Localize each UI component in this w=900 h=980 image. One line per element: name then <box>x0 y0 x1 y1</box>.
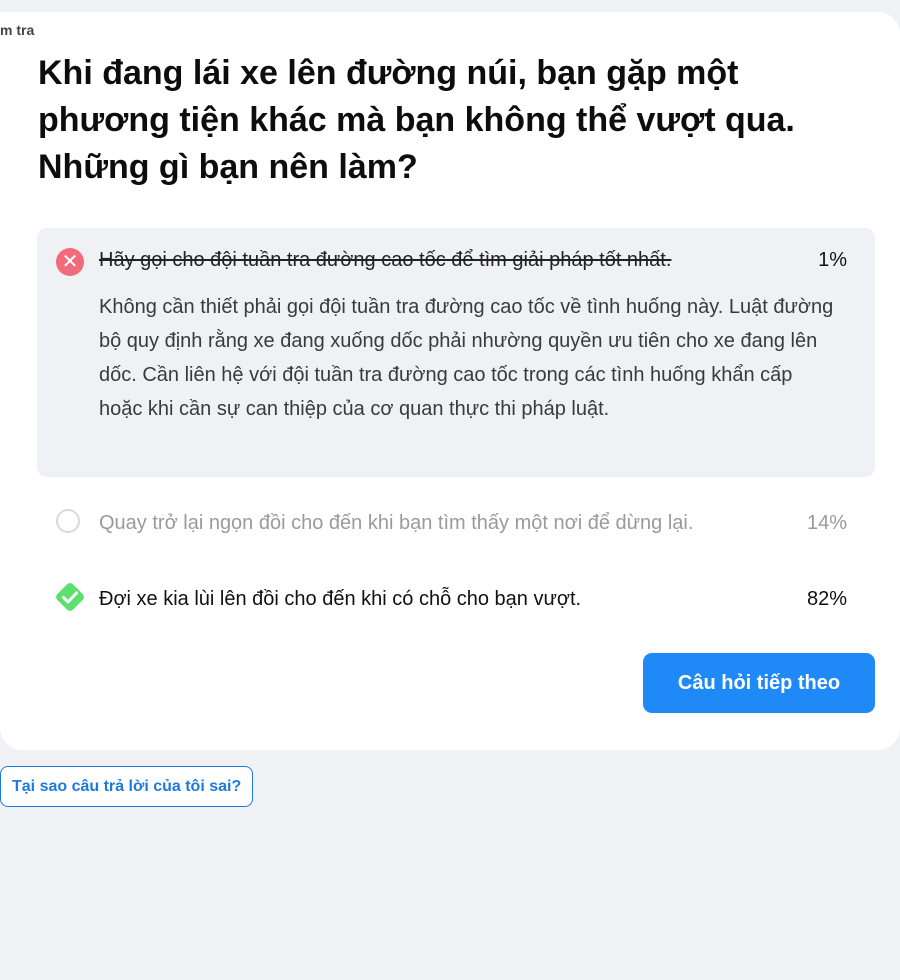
answer-option-2[interactable]: Quay trở lại ngọn đồi cho đến khi bạn tì… <box>37 495 875 569</box>
radio-empty-icon <box>56 509 80 533</box>
answer-percent: 82% <box>806 588 847 610</box>
answer-text: Đợi xe kia lùi lên đồi cho đến khi có ch… <box>99 588 582 610</box>
next-question-button[interactable]: Câu hỏi tiếp theo <box>643 653 875 713</box>
answer-list: ✕ Hãy gọi cho đội tuần tra đường cao tốc… <box>37 228 875 639</box>
breadcrumb: m tra <box>0 22 35 38</box>
check-diamond-icon <box>52 579 88 615</box>
answer-explanation: Không cần thiết phải gọi đội tuần tra đư… <box>99 296 834 420</box>
answer-percent: 1% <box>818 249 847 271</box>
answer-option-1[interactable]: ✕ Hãy gọi cho đội tuần tra đường cao tốc… <box>37 228 875 477</box>
why-wrong-button[interactable]: Tại sao câu trả lời của tôi sai? <box>0 766 254 807</box>
answer-percent: 14% <box>806 512 847 534</box>
answer-text: Hãy gọi cho đội tuần tra đường cao tốc đ… <box>99 249 672 271</box>
question-title: Khi đang lái xe lên đường núi, bạn gặp m… <box>38 54 795 186</box>
x-circle-icon: ✕ <box>56 248 84 276</box>
answer-text: Quay trở lại ngọn đồi cho đến khi bạn tì… <box>99 512 694 534</box>
answer-option-3[interactable]: Đợi xe kia lùi lên đồi cho đến khi có ch… <box>37 569 875 639</box>
